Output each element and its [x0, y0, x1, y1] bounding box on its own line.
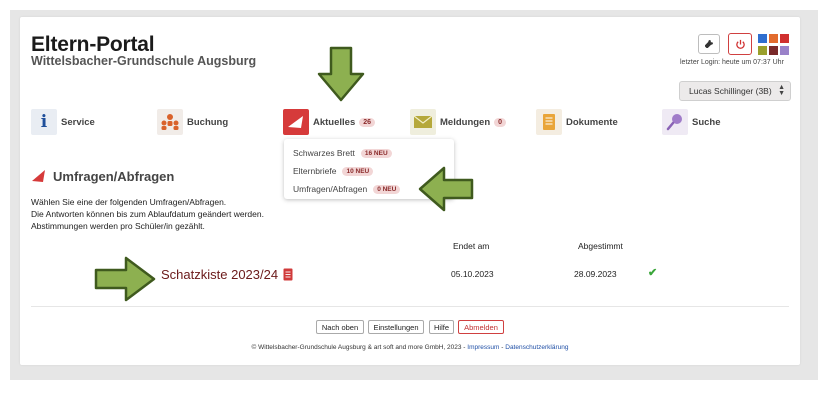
privacy-link[interactable]: Datenschutzerklärung: [505, 344, 568, 351]
page-title: Umfragen/Abfragen: [31, 167, 174, 185]
menu-item-schwarzes-brett[interactable]: Schwarzes Brett 16 NEU: [293, 147, 392, 159]
student-select[interactable]: Lucas Schillinger (3B) ▲ ▼: [679, 81, 791, 101]
survey-end-date: 05.10.2023: [451, 269, 494, 279]
nav-suche-label: Suche: [692, 116, 721, 128]
copyright-text: © Wittelsbacher-Grundschule Augsburg & a…: [251, 344, 466, 351]
column-header-end-date: Endet am: [453, 241, 490, 251]
select-caret-icon: ▲ ▼: [778, 84, 785, 97]
nav-meldungen-label: Meldungen: [440, 116, 491, 128]
check-icon: ✔: [648, 267, 658, 279]
magnifier-icon: [662, 109, 688, 135]
aktuelles-count-badge: 26: [359, 117, 376, 127]
nav-aktuelles-label: Aktuelles: [313, 116, 356, 128]
document-icon: [536, 109, 562, 135]
tile-olive: [758, 46, 767, 55]
menu-item-label: Umfragen/Abfragen: [293, 184, 368, 194]
menu-item-label: Schwarzes Brett: [293, 148, 355, 158]
megaphone-icon: [32, 170, 45, 182]
impressum-link[interactable]: Impressum: [467, 344, 499, 351]
logout-power-button[interactable]: [728, 33, 752, 55]
pdf-document-icon: [283, 268, 293, 281]
wrench-icon: [705, 40, 713, 48]
new-count-badge: 10 NEU: [342, 166, 374, 176]
nav-suche[interactable]: Suche: [662, 108, 721, 136]
power-icon: [735, 39, 745, 49]
tile-orange: [769, 34, 778, 43]
arrow-right-annotation-icon: [94, 256, 156, 302]
tile-brown: [769, 46, 778, 55]
new-count-badge: 16 NEU: [360, 148, 392, 158]
survey-voted-date: 28.09.2023: [574, 269, 617, 279]
settings-button[interactable]: [698, 34, 720, 54]
nav-meldungen[interactable]: Meldungen 0: [410, 108, 507, 136]
nav-service-label: Service: [61, 116, 95, 128]
help-button[interactable]: Hilfe: [429, 320, 454, 334]
envelope-icon: [410, 109, 436, 135]
nav-dokumente-label: Dokumente: [566, 116, 618, 128]
megaphone-icon: [283, 109, 309, 135]
new-count-badge: 0 NEU: [373, 184, 401, 194]
people-icon: [157, 109, 183, 135]
arrow-left-annotation-icon: [418, 166, 474, 212]
meldungen-count-badge: 0: [494, 117, 507, 127]
tile-red: [780, 34, 789, 43]
logout-button[interactable]: Abmelden: [458, 320, 504, 334]
portal-card: Eltern-Portal Wittelsbacher-Grundschule …: [20, 17, 800, 365]
back-to-top-button[interactable]: Nach oben: [316, 320, 364, 334]
app-switcher-grid[interactable]: [758, 34, 790, 56]
menu-item-elternbriefe[interactable]: Elternbriefe 10 NEU: [293, 165, 374, 177]
intro-line-2: Die Antworten können bis zum Ablaufdatum…: [31, 209, 264, 219]
nav-dokumente[interactable]: Dokumente: [536, 108, 618, 136]
tile-purple: [780, 46, 789, 55]
info-icon: i: [31, 109, 57, 135]
student-select-value: Lucas Schillinger (3B): [689, 86, 772, 96]
menu-item-label: Elternbriefe: [293, 166, 337, 176]
tile-blue: [758, 34, 767, 43]
last-login-text: letzter Login: heute um 07:37 Uhr: [680, 59, 784, 66]
intro-line-1: Wählen Sie eine der folgenden Umfragen/A…: [31, 197, 227, 207]
footer-divider: [31, 306, 789, 307]
arrow-down-annotation-icon: [317, 46, 365, 102]
nav-service[interactable]: i Service: [31, 108, 95, 136]
page-title-text: Umfragen/Abfragen: [53, 168, 175, 184]
settings-footer-button[interactable]: Einstellungen: [368, 320, 424, 334]
link-separator: -: [501, 344, 504, 351]
school-name: Wittelsbacher-Grundschule Augsburg: [31, 54, 257, 68]
survey-title: Schatzkiste 2023/24: [161, 267, 279, 282]
intro-line-3: Abstimmungen werden pro Schüler/in gezäh…: [31, 221, 205, 231]
column-header-voted: Abgestimmt: [578, 241, 623, 251]
menu-item-umfragen[interactable]: Umfragen/Abfragen 0 NEU: [293, 183, 401, 195]
nav-buchung-label: Buchung: [187, 116, 229, 128]
copyright-line: © Wittelsbacher-Grundschule Augsburg & a…: [20, 344, 800, 351]
nav-aktuelles[interactable]: Aktuelles 26: [283, 108, 376, 136]
survey-link-schatzkiste[interactable]: Schatzkiste 2023/24: [161, 267, 293, 282]
nav-buchung[interactable]: Buchung: [157, 108, 228, 136]
